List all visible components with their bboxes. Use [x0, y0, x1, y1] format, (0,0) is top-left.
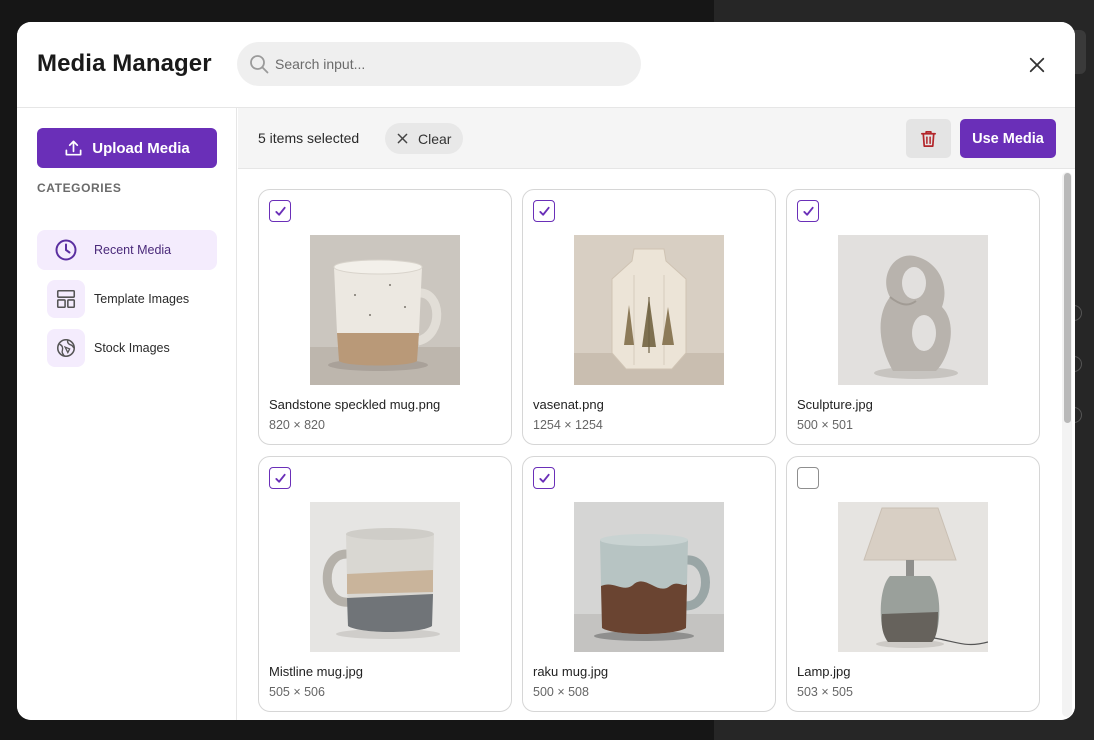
clear-selection-button[interactable]: Clear — [385, 123, 463, 154]
sidebar: Upload Media CATEGORIES Recent Media Tem… — [17, 108, 237, 720]
use-media-button[interactable]: Use Media — [960, 119, 1056, 158]
media-dimensions: 1254 × 1254 — [533, 418, 603, 432]
selected-count: 5 items selected — [258, 130, 360, 146]
media-thumbnail — [310, 502, 460, 652]
upload-media-label: Upload Media — [92, 139, 190, 157]
modal-header: Media Manager — [17, 22, 1075, 108]
checkmark-icon — [538, 206, 550, 216]
media-card[interactable]: Sculpture.jpg 500 × 501 — [786, 189, 1040, 445]
media-card[interactable]: Sandstone speckled mug.png 820 × 820 — [258, 189, 512, 445]
checkmark-icon — [274, 473, 286, 483]
clear-label: Clear — [418, 130, 452, 147]
selection-toolbar: 5 items selected Clear Use Media — [238, 108, 1075, 169]
clock-icon — [47, 231, 85, 269]
select-checkbox[interactable] — [269, 467, 291, 489]
sidebar-item-label: Template Images — [94, 292, 190, 306]
sidebar-item-label: Stock Images — [94, 341, 170, 355]
media-dimensions: 500 × 508 — [533, 685, 589, 699]
search-icon — [250, 55, 269, 74]
select-checkbox[interactable] — [269, 200, 291, 222]
media-dimensions: 505 × 506 — [269, 685, 325, 699]
checkmark-icon — [802, 206, 814, 216]
media-grid: Sandstone speckled mug.png 820 × 820 vas… — [238, 169, 1075, 720]
media-thumbnail — [310, 235, 460, 385]
media-filename: raku mug.jpg — [533, 664, 609, 679]
globe-icon — [47, 329, 85, 367]
search-input[interactable] — [275, 42, 625, 86]
layout-icon — [47, 280, 85, 318]
media-filename: Lamp.jpg — [797, 664, 851, 679]
close-icon — [1029, 57, 1045, 73]
media-filename: vasenat.png — [533, 397, 604, 412]
media-card[interactable]: raku mug.jpg 500 × 508 — [522, 456, 776, 712]
modal-title: Media Manager — [37, 50, 212, 77]
media-card[interactable]: vasenat.png 1254 × 1254 — [522, 189, 776, 445]
sidebar-item-label: Recent Media — [94, 243, 172, 257]
media-dimensions: 820 × 820 — [269, 418, 325, 432]
categories-heading: CATEGORIES — [37, 181, 122, 195]
media-dimensions: 500 × 501 — [797, 418, 853, 432]
trash-icon — [920, 130, 937, 147]
media-dimensions: 503 × 505 — [797, 685, 853, 699]
close-button[interactable] — [1023, 51, 1051, 79]
media-filename: Mistline mug.jpg — [269, 664, 363, 679]
delete-button[interactable] — [906, 119, 951, 158]
media-thumbnail — [574, 502, 724, 652]
media-filename: Sandstone speckled mug.png — [269, 397, 441, 412]
media-card[interactable]: Lamp.jpg 503 × 505 — [786, 456, 1040, 712]
media-filename: Sculpture.jpg — [797, 397, 873, 412]
media-manager-modal: Media Manager Upload Media CATEGORIES — [17, 22, 1075, 720]
select-checkbox[interactable] — [797, 467, 819, 489]
media-card[interactable]: Mistline mug.jpg 505 × 506 — [258, 456, 512, 712]
checkmark-icon — [274, 206, 286, 216]
close-icon — [397, 133, 408, 144]
sidebar-item-template-images[interactable]: Template Images — [37, 279, 217, 319]
sidebar-item-recent-media[interactable]: Recent Media — [37, 230, 217, 270]
sidebar-item-stock-images[interactable]: Stock Images — [37, 328, 217, 368]
checkmark-icon — [538, 473, 550, 483]
select-checkbox[interactable] — [533, 467, 555, 489]
media-thumbnail — [574, 235, 724, 385]
upload-icon — [65, 140, 82, 156]
media-thumbnail — [838, 502, 988, 652]
select-checkbox[interactable] — [797, 200, 819, 222]
search-bar[interactable] — [237, 42, 641, 86]
upload-media-button[interactable]: Upload Media — [37, 128, 217, 168]
media-thumbnail — [838, 235, 988, 385]
scrollbar-thumb[interactable] — [1064, 173, 1071, 423]
select-checkbox[interactable] — [533, 200, 555, 222]
